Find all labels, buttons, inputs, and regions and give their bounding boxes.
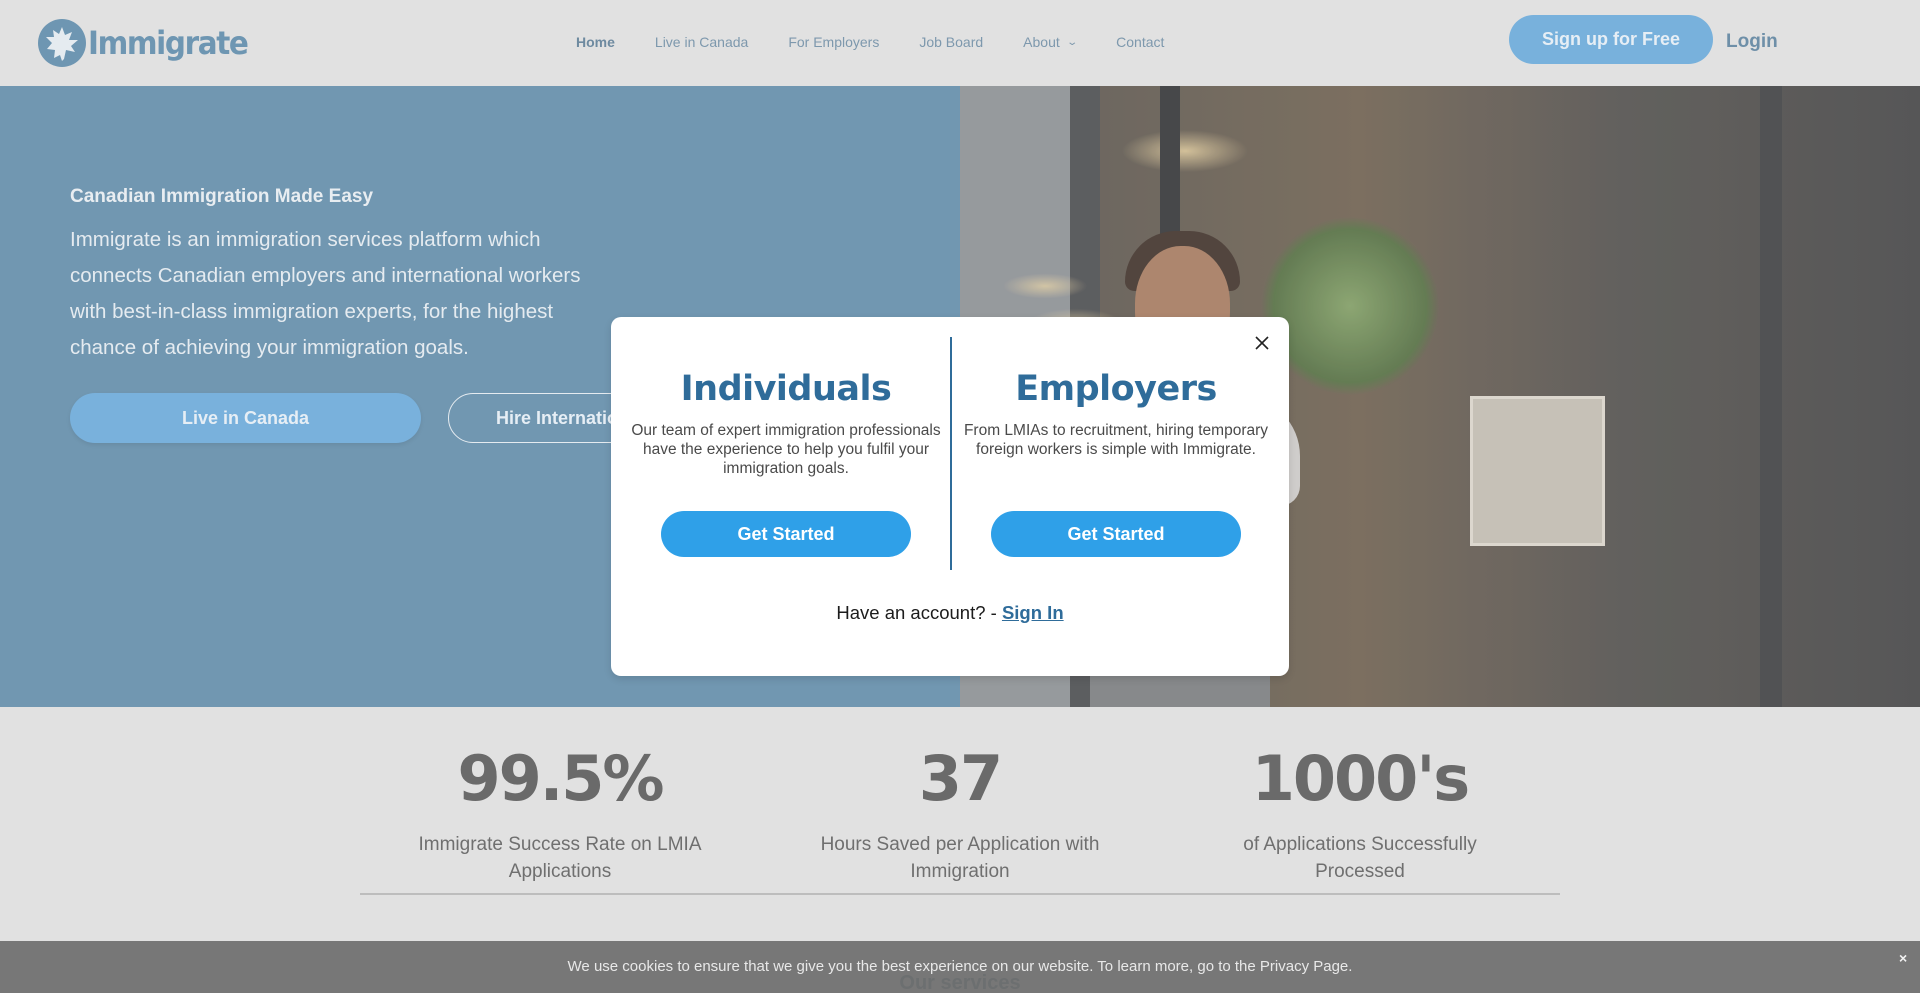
hero-description: Immigrate is an immigration services pla…	[70, 228, 581, 359]
chevron-down-icon: ⌄	[1066, 36, 1078, 48]
stat-hours-saved: 37 Hours Saved per Application with Immi…	[810, 739, 1110, 885]
stat-label: Immigrate Success Rate on LMIA Applicati…	[418, 834, 702, 882]
logo[interactable]: Immigrate	[38, 19, 261, 67]
live-in-canada-button[interactable]: Live in Canada	[70, 393, 421, 443]
modal-divider	[950, 337, 952, 570]
logo-text: Immigrate	[88, 24, 249, 62]
employers-text: From LMIAs to recruitment, hiring tempor…	[963, 422, 1269, 458]
stat-success-rate: 99.5% Immigrate Success Rate on LMIA App…	[410, 739, 710, 885]
nav-about-label: About	[1023, 34, 1060, 50]
cookie-text: We use cookies to ensure that we give yo…	[567, 958, 1353, 975]
nav-job-board[interactable]: Job Board	[919, 34, 983, 50]
nav-live-in-canada[interactable]: Live in Canada	[655, 34, 748, 50]
nav-about[interactable]: About ⌄	[1023, 34, 1078, 50]
stat-applications: 1000's of Applications Successfully Proc…	[1210, 739, 1510, 885]
main-nav: Home Live in Canada For Employers Job Bo…	[576, 34, 1204, 50]
stat-value: 1000's	[1251, 742, 1470, 815]
signup-button[interactable]: Sign up for Free	[1509, 15, 1713, 64]
login-link[interactable]: Login	[1726, 31, 1778, 53]
stat-value: 99.5%	[457, 742, 664, 815]
close-icon[interactable]	[1251, 332, 1273, 354]
individuals-get-started-button[interactable]: Get Started	[661, 511, 911, 557]
cookie-banner: We use cookies to ensure that we give yo…	[0, 941, 1920, 993]
individuals-title: Individuals	[680, 369, 892, 409]
employers-panel: Employers From LMIAs to recruitment, hir…	[961, 369, 1271, 557]
nav-home[interactable]: Home	[576, 34, 615, 50]
get-started-modal: Individuals Our team of expert immigrati…	[611, 317, 1289, 676]
stat-value: 37	[918, 742, 1003, 815]
have-account-text: Have an account? -	[836, 602, 1002, 623]
stat-label: of Applications Successfully Processed	[1243, 834, 1477, 882]
hero-tagline: Canadian Immigration Made Easy	[70, 186, 374, 207]
modal-footer: Have an account? - Sign In	[611, 602, 1289, 624]
maple-leaf-icon	[38, 19, 86, 67]
section-divider	[360, 893, 1560, 895]
employers-get-started-button[interactable]: Get Started	[991, 511, 1241, 557]
individuals-text: Our team of expert immigration professio…	[631, 422, 941, 477]
stat-label: Hours Saved per Application with Immigra…	[820, 834, 1100, 882]
close-icon[interactable]: ×	[1899, 950, 1907, 966]
nav-for-employers[interactable]: For Employers	[788, 34, 879, 50]
individuals-panel: Individuals Our team of expert immigrati…	[631, 369, 941, 557]
site-header: Immigrate Home Live in Canada For Employ…	[0, 0, 1920, 86]
employers-title: Employers	[1015, 369, 1217, 409]
nav-contact[interactable]: Contact	[1116, 34, 1164, 50]
sign-in-link[interactable]: Sign In	[1002, 602, 1064, 623]
